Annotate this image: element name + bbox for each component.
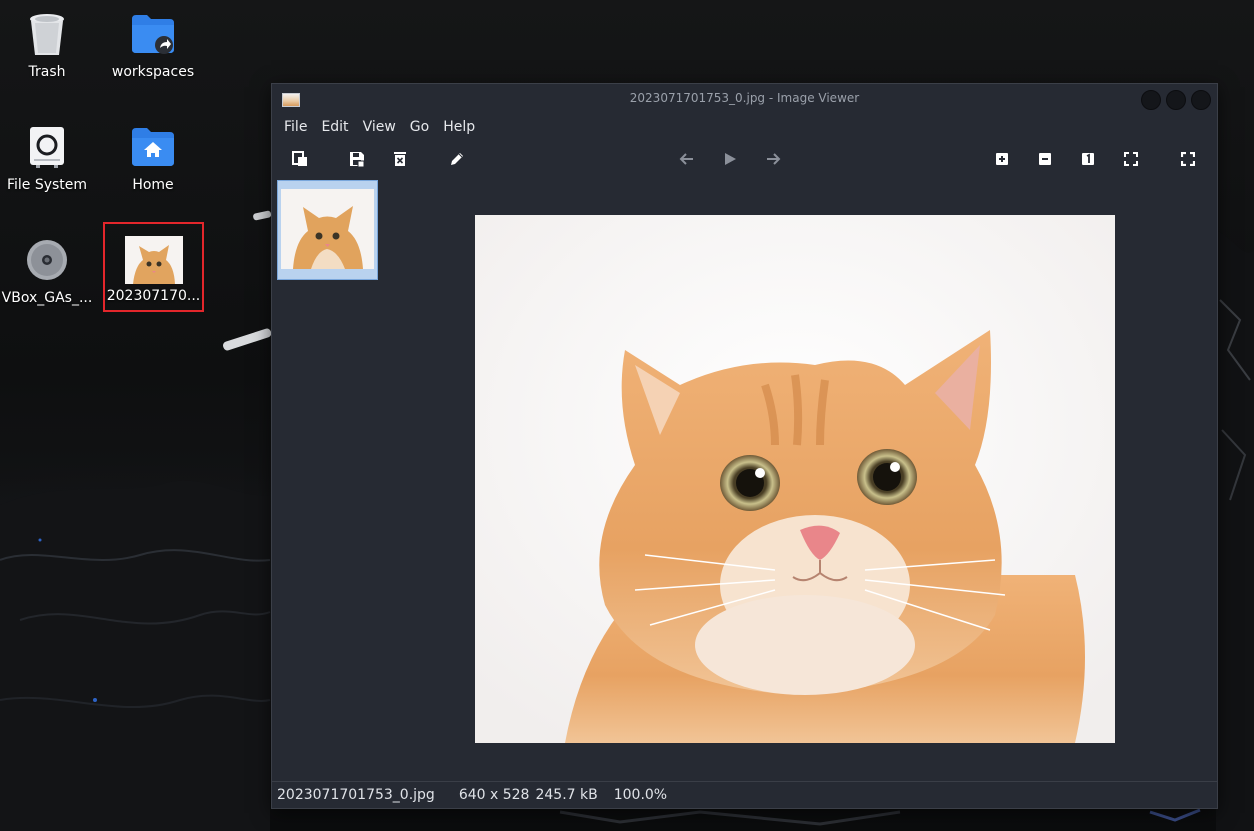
desktop-icon-trash[interactable]: Trash (0, 10, 97, 80)
main-image (475, 215, 1115, 743)
open-button[interactable] (291, 150, 309, 168)
delete-icon (392, 151, 408, 167)
status-dimensions: 640 x 528 (458, 787, 530, 803)
menu-file[interactable]: File (277, 119, 314, 135)
close-button[interactable] (1191, 90, 1211, 110)
desktop-icon-label: File System (6, 177, 88, 193)
save-icon (349, 151, 365, 167)
status-filesize: 245.7 kB (535, 787, 598, 803)
zoom-fit-button[interactable] (1122, 150, 1140, 168)
fullscreen-button[interactable] (1179, 150, 1197, 168)
desktop-icon-workspaces[interactable]: workspaces (103, 10, 203, 80)
desktop-icon-label: workspaces (111, 64, 195, 80)
toolbar (272, 144, 1217, 174)
minimize-button[interactable] (1141, 90, 1161, 110)
status-filename: 2023071701753_0.jpg (277, 787, 435, 803)
window-title: 2023071701753_0.jpg - Image Viewer (629, 91, 860, 105)
zoom-out-button[interactable] (1036, 150, 1054, 168)
thumbnail-selected[interactable] (277, 180, 378, 280)
image-viewer-window: 2023071701753_0.jpg - Image Viewer File … (271, 83, 1218, 809)
desktop-icon-home[interactable]: Home (103, 123, 203, 193)
desktop-icon-image-file[interactable]: 202307170... (103, 222, 204, 312)
desktop-icon-label: Home (132, 177, 174, 193)
play-button[interactable] (721, 150, 739, 168)
drive-icon (23, 123, 71, 171)
folder-shared-icon (129, 10, 177, 58)
optical-disc-icon (23, 236, 71, 284)
trash-icon (23, 10, 71, 58)
save-button[interactable] (348, 150, 366, 168)
edit-icon (449, 151, 465, 167)
maximize-button[interactable] (1166, 90, 1186, 110)
desktop-icon-label: Trash (28, 64, 66, 80)
zoom-in-button[interactable] (993, 150, 1011, 168)
menu-view[interactable]: View (356, 119, 403, 135)
fullscreen-icon (1181, 152, 1195, 166)
forward-icon (765, 151, 781, 167)
desktop-icon-vbox[interactable]: VBox_GAs_... (0, 236, 97, 306)
home-folder-icon (129, 123, 177, 171)
back-icon (679, 151, 695, 167)
forward-button[interactable] (764, 150, 782, 168)
menu-go[interactable]: Go (403, 119, 436, 135)
zoom-100-icon (1081, 152, 1095, 166)
zoom-out-icon (1038, 152, 1052, 166)
menu-help[interactable]: Help (436, 119, 482, 135)
open-icon (292, 151, 308, 167)
zoom-100-button[interactable] (1079, 150, 1097, 168)
thumbnail-image (281, 189, 374, 269)
status-zoom: 100.0% (613, 787, 668, 803)
desktop-icon-label: 202307170... (106, 288, 201, 304)
menubar: File Edit View Go Help (272, 115, 1217, 139)
play-icon (722, 151, 738, 167)
back-button[interactable] (678, 150, 696, 168)
menu-edit[interactable]: Edit (314, 119, 355, 135)
delete-button[interactable] (391, 150, 409, 168)
zoom-fit-icon (1124, 152, 1138, 166)
titlebar[interactable]: 2023071701753_0.jpg - Image Viewer (272, 84, 1217, 114)
statusbar: 2023071701753_0.jpg 640 x 528 245.7 kB 1… (272, 781, 1217, 808)
zoom-in-icon (995, 152, 1009, 166)
desktop-icon-file-system[interactable]: File System (0, 123, 97, 193)
image-file-icon (124, 236, 183, 284)
edit-button[interactable] (448, 150, 466, 168)
desktop-icon-label: VBox_GAs_... (1, 290, 93, 306)
